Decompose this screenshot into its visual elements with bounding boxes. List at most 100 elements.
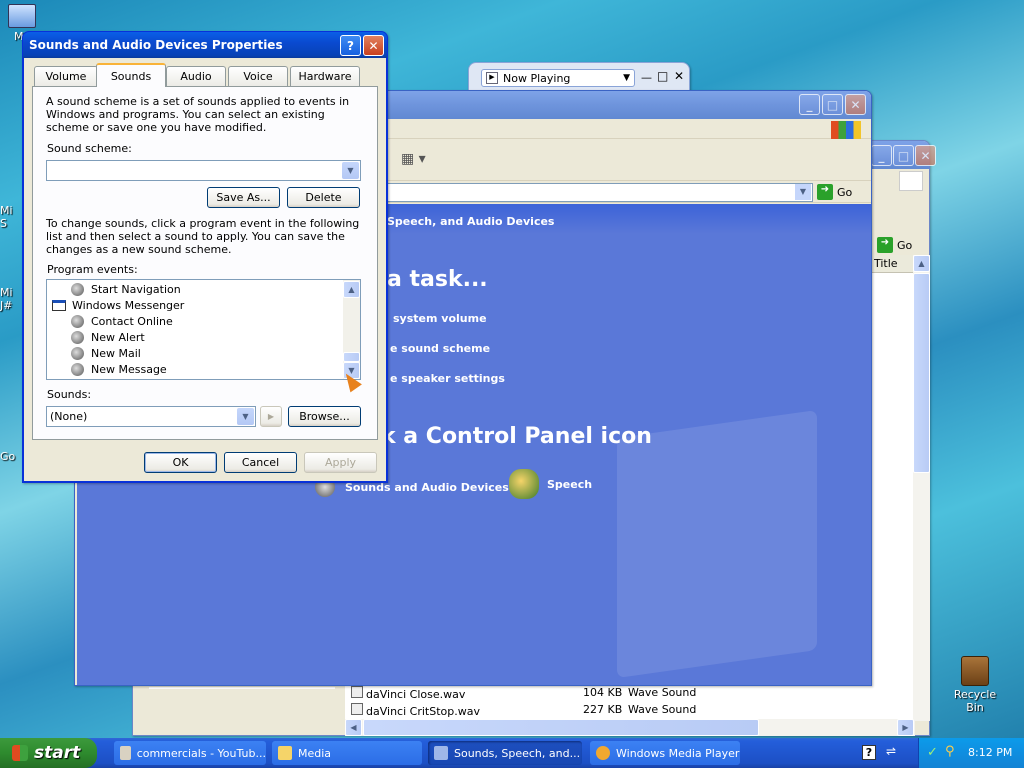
folder-icon: [278, 746, 292, 760]
maximize-button[interactable]: □: [893, 145, 914, 166]
chevron-down-icon: ▼: [623, 73, 630, 83]
sound-select[interactable]: (None) ▼: [46, 406, 256, 427]
file-name: daVinci CritStop.wav: [366, 705, 480, 718]
table-row[interactable]: daVinci CritStop.wav: [351, 703, 480, 718]
go-button[interactable]: ➜ Go: [817, 183, 861, 201]
play-button[interactable]: ▶: [260, 406, 282, 427]
list-item[interactable]: New Alert: [71, 329, 145, 345]
list-item[interactable]: New Mail: [71, 345, 141, 361]
taskbar: start commercials - YouTub... Media Soun…: [0, 738, 1024, 768]
speaker-icon: [71, 330, 84, 344]
tab-sounds[interactable]: Sounds: [96, 63, 166, 87]
wmp-close-button[interactable]: ✕: [674, 69, 684, 83]
speaker-icon: [71, 282, 84, 296]
intro-text: A sound scheme is a set of sounds applie…: [46, 95, 350, 134]
browse-button[interactable]: Browse...: [288, 406, 361, 427]
tab-hardware[interactable]: Hardware: [290, 66, 360, 86]
sound-value: (None): [50, 410, 88, 423]
desktop-icon-label: Mi S: [0, 204, 13, 230]
scroll-thumb[interactable]: [913, 273, 930, 473]
scroll-up-icon[interactable]: ▲: [913, 255, 930, 272]
dialog-titlebar[interactable]: Sounds and Audio Devices Properties: [23, 32, 387, 58]
close-button[interactable]: ✕: [915, 145, 936, 166]
address-dropdown-arrow[interactable]: ▼: [795, 184, 811, 200]
dialog-title: Sounds and Audio Devices Properties: [29, 38, 283, 52]
maximize-button[interactable]: □: [822, 94, 843, 115]
network-icon[interactable]: ✓: [927, 745, 938, 760]
list-item[interactable]: Contact Online: [71, 313, 173, 329]
recycle-bin-icon[interactable]: Recycle Bin: [944, 656, 1006, 714]
tab-label: Volume: [45, 70, 87, 83]
cp-icon-speech[interactable]: Speech: [509, 469, 592, 499]
system-tray: ✓ ⚲ 8:12 PM: [918, 738, 1024, 768]
go-arrow-icon: ➜: [817, 184, 833, 200]
minimize-button[interactable]: _: [871, 145, 892, 166]
button-label: Save As...: [216, 191, 271, 204]
search-icon[interactable]: ⚲: [945, 744, 955, 759]
desktop-icon-go[interactable]: Go: [0, 450, 20, 463]
now-playing-label: Now Playing: [503, 71, 571, 85]
desktop-icon-mi-j[interactable]: Mi J#: [0, 286, 20, 312]
ok-button[interactable]: OK: [144, 452, 217, 473]
change-text: To change sounds, click a program event …: [46, 217, 360, 256]
taskbar-item-wmp[interactable]: Windows Media Player: [590, 741, 740, 765]
chevron-down-icon[interactable]: ▼: [237, 408, 254, 425]
tab-audio[interactable]: Audio: [166, 66, 226, 86]
scroll-up-icon[interactable]: ▲: [343, 281, 360, 298]
desktop-icon-mi[interactable]: Mi S: [0, 204, 20, 230]
button-label: OK: [172, 456, 189, 469]
now-playing-icon: ▶: [486, 72, 498, 84]
now-playing-dropdown[interactable]: ▶ Now Playing ▼: [481, 69, 635, 87]
scroll-left-icon[interactable]: ◀: [345, 719, 362, 736]
windows-flag-icon: [831, 121, 861, 139]
start-button[interactable]: start: [0, 738, 97, 768]
taskbar-item-media[interactable]: Media: [272, 741, 422, 765]
vertical-scrollbar[interactable]: ▲: [913, 255, 930, 721]
task-link-scheme[interactable]: e sound scheme: [390, 342, 490, 355]
scroll-thumb[interactable]: [343, 352, 360, 362]
taskbar-item-label: Windows Media Player: [616, 746, 740, 760]
horizontal-scrollbar[interactable]: ◀ ▶: [345, 719, 915, 736]
category-header: Speech, and Audio Devices: [387, 215, 555, 228]
chevron-down-icon[interactable]: ▼: [342, 162, 359, 179]
close-button[interactable]: ✕: [363, 35, 384, 56]
minimize-button[interactable]: _: [799, 94, 820, 115]
wav-file-icon: [351, 686, 363, 698]
list-item[interactable]: Windows Messenger: [52, 297, 184, 313]
wmp-maximize-button[interactable]: □: [657, 69, 668, 83]
tab-volume[interactable]: Volume: [34, 66, 98, 86]
list-item[interactable]: New Message: [71, 361, 167, 377]
help-button[interactable]: ?: [340, 35, 361, 56]
file-size: 104 KB: [583, 686, 623, 699]
column-header-title[interactable]: Title: [871, 255, 915, 273]
events-label: Program events:: [47, 263, 138, 276]
sound-scheme-select[interactable]: ▼: [46, 160, 361, 181]
wmp-minimize-button[interactable]: —: [641, 71, 652, 84]
play-icon: ▶: [267, 412, 275, 421]
sounds-label: Sounds:: [47, 388, 92, 401]
volume-icon[interactable]: ⇌: [886, 744, 896, 758]
views-icon[interactable]: ▦ ▾: [401, 151, 435, 173]
go-button[interactable]: ➜ Go: [877, 235, 917, 255]
task-link-speakers[interactable]: e speaker settings: [390, 372, 505, 385]
task-link-volume[interactable]: system volume: [393, 312, 487, 325]
program-events-list[interactable]: Start Navigation Windows Messenger Conta…: [46, 279, 361, 380]
clock: 8:12 PM: [968, 746, 1013, 759]
taskbar-item-sounds[interactable]: Sounds, Speech, and...: [428, 741, 582, 765]
scroll-hthumb[interactable]: [363, 719, 759, 736]
list-item[interactable]: Start Navigation: [71, 281, 181, 297]
speaker-icon: [71, 314, 84, 328]
scroll-right-icon[interactable]: ▶: [897, 719, 914, 736]
close-button[interactable]: ✕: [845, 94, 866, 115]
tab-voice[interactable]: Voice: [228, 66, 288, 86]
taskbar-item-youtube[interactable]: commercials - YouTub...: [114, 741, 266, 765]
apply-button[interactable]: Apply: [304, 452, 377, 473]
events-scrollbar[interactable]: ▲ ▼: [343, 280, 360, 379]
event-label: Windows Messenger: [72, 298, 185, 312]
table-row[interactable]: daVinci Close.wav: [351, 686, 465, 701]
save-as-button[interactable]: Save As...: [207, 187, 280, 208]
cancel-button[interactable]: Cancel: [224, 452, 297, 473]
delete-button[interactable]: Delete: [287, 187, 360, 208]
taskbar-item-label: commercials - YouTub...: [136, 746, 266, 760]
help-icon[interactable]: ?: [862, 745, 876, 760]
